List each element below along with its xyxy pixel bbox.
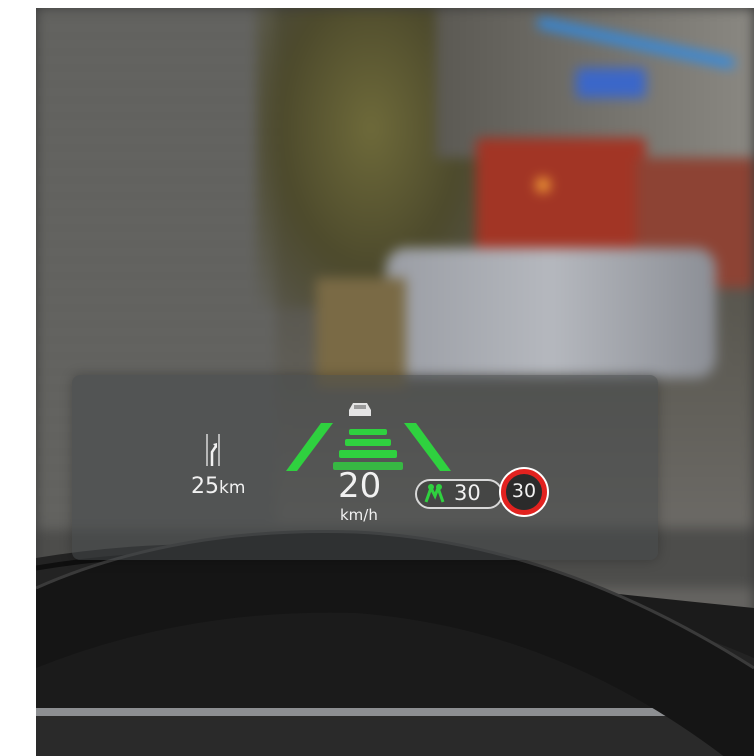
current-speed-value: 20 xyxy=(338,466,382,506)
set-speed-value: 30 xyxy=(454,481,481,505)
windshield-view: 25km 20 km/h 30 30 xyxy=(36,8,754,756)
speed-assist-icon xyxy=(424,483,445,503)
route-distance-value: 25 xyxy=(191,474,219,499)
speed-limit-value: 30 xyxy=(511,480,537,502)
current-speed-unit: km/h xyxy=(340,506,378,524)
route-distance: 25km xyxy=(191,474,245,499)
turn-right-arrow-icon xyxy=(206,434,220,466)
car-ahead-icon xyxy=(349,403,371,416)
route-distance-unit: km xyxy=(219,478,246,498)
